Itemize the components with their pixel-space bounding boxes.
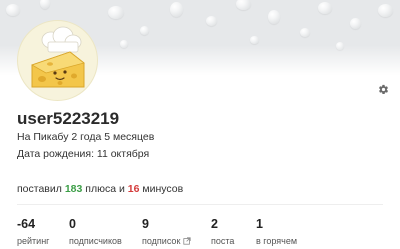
minus-word: минусов — [142, 183, 184, 195]
cover-drop — [250, 36, 259, 44]
profile-card — [0, 75, 400, 249]
stat-value: 9 — [142, 217, 149, 231]
cover-drop — [108, 6, 124, 19]
cheese-chef-avatar-icon — [31, 26, 85, 88]
votes-prefix: поставил — [17, 183, 62, 195]
cover-drop — [378, 4, 393, 17]
stat-value: 2 — [211, 217, 218, 231]
gear-icon[interactable] — [378, 84, 389, 95]
stat-value: 1 — [256, 217, 263, 231]
plus-count: 183 — [64, 183, 83, 195]
stat-posts[interactable]: 2 поста — [211, 217, 234, 249]
cover-drop — [170, 2, 183, 17]
cover-drop — [6, 4, 20, 16]
on-site-duration: На Пикабу 2 года 5 месяцев — [17, 131, 155, 143]
stat-value: -64 — [17, 217, 36, 231]
avatar[interactable] — [17, 20, 98, 101]
birthday: Дата рождения: 11 октября — [17, 148, 150, 160]
cover-drop — [318, 2, 332, 14]
cover-drop — [300, 28, 310, 37]
cover-drop — [350, 18, 361, 29]
plus-word: плюса и — [85, 183, 125, 195]
stat-hot[interactable]: 1 в горячем — [256, 217, 297, 249]
username: user5223219 — [17, 109, 120, 128]
stat-label: поста — [211, 236, 235, 246]
cover-drop — [140, 26, 149, 35]
stat-subscribers[interactable]: 0 подписчиков — [69, 217, 122, 249]
cover-drop — [206, 16, 217, 26]
votes-summary: поставил 183 плюса и 16 минусов — [17, 183, 183, 195]
stat-label: рейтинг — [17, 236, 50, 246]
divider — [17, 204, 383, 205]
external-link-icon[interactable] — [183, 237, 191, 245]
stat-rating: -64 рейтинг — [17, 217, 49, 249]
stat-subscriptions[interactable]: 9 подписок — [142, 217, 191, 249]
cover-drop — [268, 10, 280, 24]
stat-label: подписчиков — [69, 236, 122, 246]
stat-label: подписок — [142, 236, 181, 246]
cover-drop — [40, 0, 50, 9]
stat-value: 0 — [69, 217, 76, 231]
cover-drop — [236, 0, 251, 10]
stat-label: в горячем — [256, 236, 298, 246]
minus-count: 16 — [127, 183, 140, 195]
